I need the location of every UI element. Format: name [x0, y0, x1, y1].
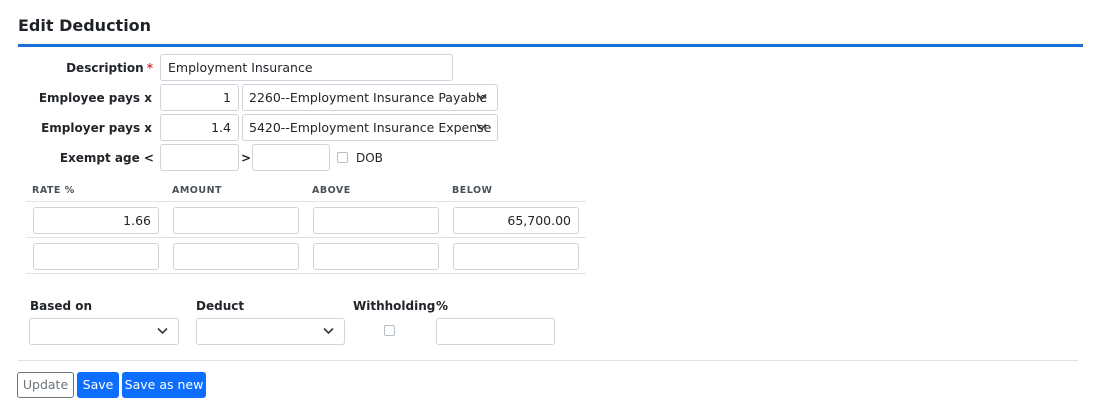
- title-divider: [18, 44, 1083, 47]
- withholding-label: Withholding: [353, 299, 436, 313]
- above-input[interactable]: [313, 243, 439, 270]
- employee-pays-label: Employee pays x: [38, 91, 152, 105]
- employee-account-select[interactable]: 2260--Employment Insurance Payable: [242, 84, 498, 111]
- rate-input[interactable]: [33, 243, 159, 270]
- employee-account-value: 2260--Employment Insurance Payable: [249, 90, 488, 105]
- column-header-rate: RATE %: [32, 185, 75, 196]
- amount-input[interactable]: [173, 243, 299, 270]
- table-row: 1.66 65,700.00: [26, 201, 586, 237]
- column-header-below: BELOW: [452, 185, 493, 196]
- chevron-down-icon: [476, 93, 487, 101]
- percent-input[interactable]: [436, 318, 555, 345]
- required-mark: *: [146, 61, 153, 75]
- column-header-amount: AMOUNT: [172, 185, 223, 196]
- below-input[interactable]: 65,700.00: [453, 207, 579, 234]
- table-row: [26, 237, 586, 273]
- exempt-age-max-input[interactable]: [252, 144, 330, 171]
- greater-than-label: >: [241, 151, 252, 165]
- employer-account-value: 5420--Employment Insurance Expense: [249, 120, 492, 135]
- description-label: Description *: [66, 61, 153, 75]
- page-title: Edit Deduction: [18, 16, 152, 35]
- table-divider: [26, 273, 586, 274]
- deduct-label: Deduct: [196, 299, 245, 313]
- above-input[interactable]: [313, 207, 439, 234]
- save-button[interactable]: Save: [77, 372, 119, 398]
- chevron-down-icon: [157, 327, 168, 335]
- update-button[interactable]: Update: [17, 372, 74, 398]
- employer-pays-label: Employer pays x: [41, 121, 152, 135]
- chevron-down-icon: [323, 327, 334, 335]
- based-on-select[interactable]: [29, 318, 179, 345]
- exempt-age-min-input[interactable]: [160, 144, 239, 171]
- dob-checkbox[interactable]: [337, 152, 348, 163]
- rate-input[interactable]: 1.66: [33, 207, 159, 234]
- percent-label: %: [436, 299, 449, 313]
- employer-multiplier-input[interactable]: 1.4: [160, 114, 239, 141]
- column-header-above: ABOVE: [312, 185, 351, 196]
- save-as-new-button[interactable]: Save as new: [122, 372, 206, 398]
- description-input[interactable]: Employment Insurance: [160, 54, 453, 81]
- exempt-age-label: Exempt age <: [59, 151, 154, 165]
- based-on-label: Based on: [30, 299, 93, 313]
- dob-label: DOB: [356, 151, 383, 165]
- below-input[interactable]: [453, 243, 579, 270]
- employee-multiplier-input[interactable]: 1: [160, 84, 239, 111]
- withholding-checkbox[interactable]: [384, 325, 395, 336]
- deduct-select[interactable]: [196, 318, 345, 345]
- footer-divider: [18, 360, 1078, 361]
- chevron-down-icon: [476, 123, 487, 131]
- amount-input[interactable]: [173, 207, 299, 234]
- employer-account-select[interactable]: 5420--Employment Insurance Expense: [242, 114, 498, 141]
